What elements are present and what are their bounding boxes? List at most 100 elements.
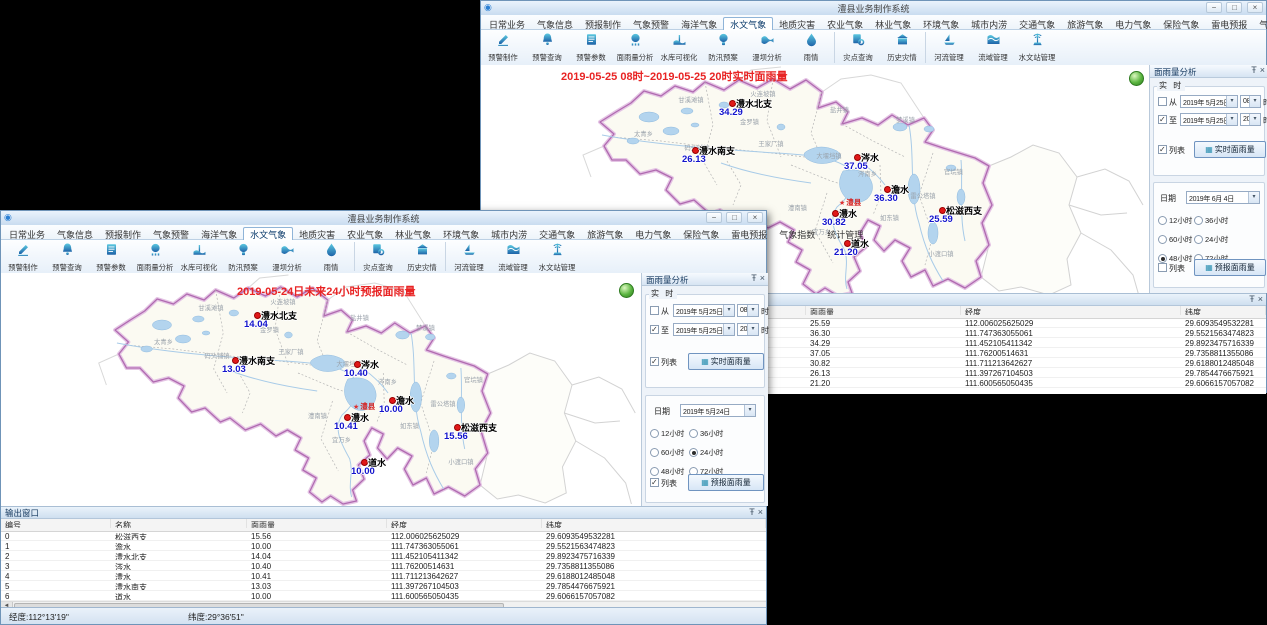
from-hour-select[interactable]: 08▾ [737, 304, 759, 317]
table-row[interactable]: 3涔水10.40111.7620051463129.7358811355086 [1, 561, 766, 571]
map-tool-button[interactable] [1129, 71, 1144, 86]
toolbar-button[interactable]: 河流管理 [447, 240, 491, 273]
toolbar-button[interactable]: 灾点查询 [836, 30, 880, 65]
from-checkbox[interactable]: ✓ [1158, 97, 1167, 106]
app-window-forecast[interactable]: ◉ 澧县业务制作系统 − □ × 日常业务气象信息预报制作气象预警海洋气象水文气… [0, 210, 767, 625]
close-button[interactable]: × [747, 212, 763, 223]
forecast-date-select[interactable]: 2019年 5月24日▾ [680, 404, 756, 417]
toolbar-button[interactable]: 历史灾情 [880, 30, 924, 65]
duration-radio[interactable]: 60小时 [650, 443, 689, 462]
to-checkbox[interactable]: ✓ [1158, 115, 1167, 124]
pin-icon[interactable]: Ŧ [751, 273, 757, 283]
minimize-button[interactable]: − [706, 212, 722, 223]
station-dot[interactable] [729, 100, 736, 107]
toolbar-button[interactable]: 预警参数 [569, 30, 613, 65]
minimize-button[interactable]: − [1206, 2, 1222, 13]
station-dot[interactable] [454, 424, 461, 431]
station-dot[interactable] [254, 312, 261, 319]
pin-icon[interactable]: Ŧ [749, 507, 755, 517]
realtime-list-checkbox[interactable]: ✓ [650, 357, 659, 366]
duration-radio[interactable]: 24小时 [689, 443, 728, 462]
toolbar-button[interactable]: 面雨量分析 [613, 30, 657, 65]
realtime-rainfall-button[interactable]: ▦实时面雨量 [1194, 141, 1266, 158]
forecast-rainfall-button[interactable]: ▦预报面雨量 [1194, 259, 1266, 276]
close-icon[interactable]: × [760, 273, 765, 283]
table-row[interactable]: 5澧水南支13.03111.39726710450329.78544766759… [1, 581, 766, 591]
toolbar-button[interactable]: 预警制作 [1, 240, 45, 273]
toolbar-button[interactable]: 灾点查询 [356, 240, 400, 273]
station-dot[interactable] [692, 147, 699, 154]
forecast-list-checkbox[interactable]: ✓ [650, 478, 659, 487]
from-date-select[interactable]: 2019年 5月25日▾ [1180, 95, 1238, 108]
station-dot[interactable] [854, 154, 861, 161]
from-checkbox[interactable]: ✓ [650, 306, 659, 315]
station-dot[interactable] [884, 186, 891, 193]
toolbar-button[interactable]: 雨情 [309, 240, 353, 273]
forecast-list-checkbox[interactable]: ✓ [1158, 263, 1167, 272]
duration-radio[interactable]: 36小时 [689, 424, 728, 443]
duration-radio[interactable]: 12小时 [650, 424, 689, 443]
to-date-select[interactable]: 2019年 5月25日▾ [673, 323, 735, 336]
table-row[interactable]: 4澧水10.41111.71121364262729.6188012485048 [1, 571, 766, 581]
restore-button[interactable]: □ [1226, 2, 1242, 13]
toolbar-button[interactable]: 预警制作 [481, 30, 525, 65]
to-checkbox[interactable]: ✓ [650, 325, 659, 334]
forecast-date-select[interactable]: 2019年 6月 4日▾ [1186, 191, 1260, 204]
duration-radio[interactable]: 24小时 [1194, 230, 1230, 249]
map-tool-button[interactable] [619, 283, 634, 298]
table-row[interactable]: 0松滋西支15.56112.00602562502929.60935495322… [1, 531, 766, 541]
station-dot[interactable] [232, 357, 239, 364]
toolbar-button[interactable]: 预警参数 [89, 240, 133, 273]
toolbar-button[interactable]: 预警查询 [45, 240, 89, 273]
toolbar-button[interactable]: 水库可视化 [177, 240, 221, 273]
close-button[interactable]: × [1247, 2, 1263, 13]
realtime-rainfall-button[interactable]: ▦实时面雨量 [688, 353, 764, 370]
station-dot[interactable] [832, 210, 839, 217]
toolbar-button[interactable]: 河流管理 [927, 30, 971, 65]
from-hour-select[interactable]: 08▾ [1240, 95, 1261, 108]
restore-button[interactable]: □ [726, 212, 742, 223]
toolbar-button[interactable]: 水库可视化 [657, 30, 701, 65]
close-icon[interactable]: × [1258, 294, 1263, 304]
close-icon[interactable]: × [758, 507, 763, 517]
duration-radio[interactable]: 12小时 [1158, 211, 1194, 230]
close-icon[interactable]: × [1260, 65, 1265, 75]
to-date-select[interactable]: 2019年 5月25日▾ [1180, 113, 1238, 126]
station-dot[interactable] [389, 397, 396, 404]
toolbar-button[interactable]: 流域管理 [491, 240, 535, 273]
panel-header[interactable]: 面雨量分析 Ŧ× [1150, 65, 1267, 78]
toolbar-button[interactable]: 漫坝分析 [265, 240, 309, 273]
realtime-list-checkbox[interactable]: ✓ [1158, 145, 1167, 154]
toolbar-button[interactable]: 雨情 [789, 30, 833, 65]
toolbar-button[interactable]: 面雨量分析 [133, 240, 177, 273]
toolbar-button[interactable]: 水文站管理 [1015, 30, 1059, 65]
table-row[interactable]: 2澧水北支14.04111.45210541134229.89234757163… [1, 551, 766, 561]
title-bar[interactable]: ◉ 澧县业务制作系统 − □ × [481, 1, 1266, 16]
menu-tab[interactable]: 气象指数 [773, 228, 821, 243]
pin-icon[interactable]: Ŧ [1251, 65, 1257, 75]
menu-tab[interactable]: 统计管理 [821, 228, 869, 243]
station-dot[interactable] [354, 361, 361, 368]
pin-icon[interactable]: Ŧ [1249, 294, 1255, 304]
output-dock-header[interactable]: 输出窗口 Ŧ× [1, 507, 766, 519]
duration-radio[interactable]: 60小时 [1158, 230, 1194, 249]
toolbar-button[interactable]: 防汛预案 [221, 240, 265, 273]
toolbar-button[interactable]: 漫坝分析 [745, 30, 789, 65]
to-hour-select[interactable]: 20▾ [1240, 113, 1261, 126]
duration-radio[interactable]: 36小时 [1194, 211, 1230, 230]
toolbar-button[interactable]: 水文站管理 [535, 240, 579, 273]
map-canvas[interactable]: 2019-05-24日未来24小时预报面雨量 甘溪滩镇火连坡镇太青乡金罗镇码头铺… [1, 273, 641, 506]
forecast-rainfall-button[interactable]: ▦预报面雨量 [688, 474, 764, 491]
station-dot[interactable] [344, 414, 351, 421]
station-dot[interactable] [939, 207, 946, 214]
toolbar-button[interactable]: 历史灾情 [400, 240, 444, 273]
table-row[interactable]: 1澹水10.00111.74736305506129.5521563474823 [1, 541, 766, 551]
title-bar[interactable]: ◉ 澧县业务制作系统 − □ × [1, 211, 766, 226]
toolbar-button[interactable]: 防汛预案 [701, 30, 745, 65]
toolbar-button[interactable]: 预警查询 [525, 30, 569, 65]
to-hour-select[interactable]: 20▾ [737, 323, 759, 336]
station-dot[interactable] [361, 459, 368, 466]
from-date-select[interactable]: 2019年 5月25日▾ [673, 304, 735, 317]
toolbar-button[interactable]: 流域管理 [971, 30, 1015, 65]
panel-header[interactable]: 面雨量分析 Ŧ× [642, 273, 768, 286]
